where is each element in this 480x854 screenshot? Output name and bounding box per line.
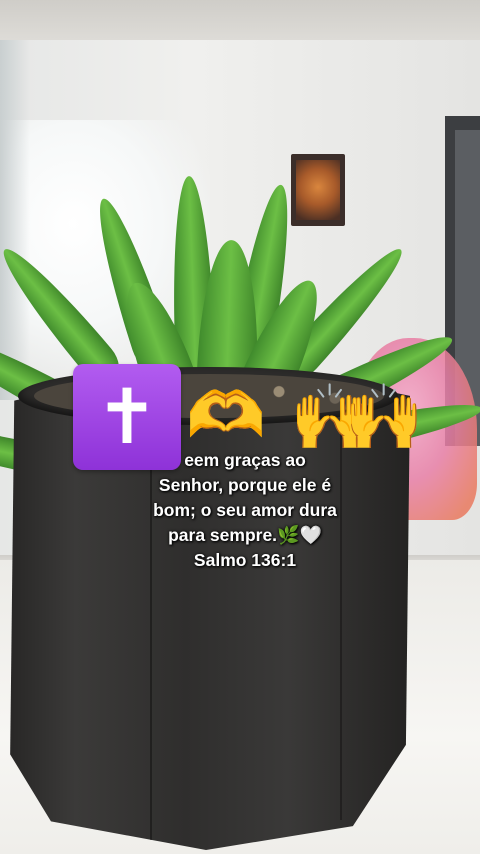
white-heart-icon: 🤍 bbox=[299, 525, 322, 545]
wall-picture-art bbox=[296, 160, 340, 220]
caption-line: eem graças ao bbox=[184, 450, 306, 470]
heart-hands-icon: 🫶 bbox=[186, 379, 266, 453]
verse-reference: Salmo 136:1 bbox=[193, 550, 297, 570]
caption-line: Senhor, porque ele é bbox=[158, 475, 332, 495]
caption-line: para sempre. bbox=[168, 525, 278, 545]
cross-glyph: ✝ bbox=[95, 372, 159, 461]
raising-hands-icon: 🙌 bbox=[344, 381, 424, 455]
caption-line-with-icons: para sempre.🌿🤍 bbox=[120, 523, 370, 548]
herb-icon: 🌿 bbox=[277, 525, 300, 545]
photo-scene: ✝ 🫶 🙌 🙌 eem graças ao Senhor, porque ele… bbox=[0, 0, 480, 854]
left-wall-edge bbox=[0, 40, 30, 400]
verse-caption: eem graças ao Senhor, porque ele é bom; … bbox=[120, 448, 370, 573]
caption-line: bom; o seu amor dura bbox=[153, 500, 337, 520]
